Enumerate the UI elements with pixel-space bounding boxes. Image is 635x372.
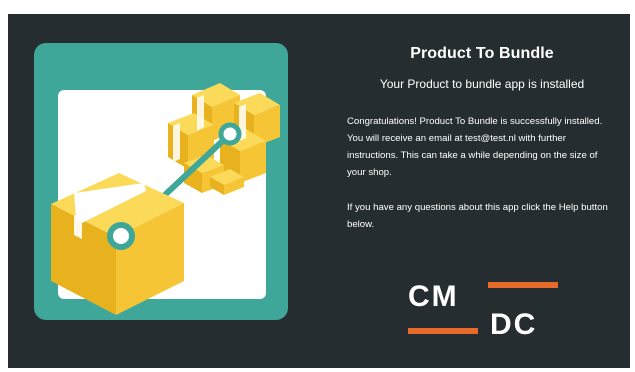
logo-text-cm: CM [408, 282, 459, 313]
product-to-bundle-illustration [34, 43, 288, 320]
install-status: Your Product to bundle app is installed [379, 77, 585, 91]
install-message: Product To Bundle Your Product to bundle… [347, 43, 617, 233]
logo-accent-bar-right [488, 282, 558, 288]
logo-accent-bar-left [408, 328, 478, 334]
page-title: Product To Bundle [410, 45, 554, 62]
boxes-bundle-icon [34, 43, 288, 320]
cmdc-logo-mark: CM DC [408, 280, 558, 341]
help-info-text: If you have any questions about this app… [347, 202, 608, 230]
logo-text-dc: DC [490, 308, 537, 338]
cmdc-logo: CM DC [404, 280, 561, 341]
congratulations-text: Congratulations! Product To Bundle is su… [347, 116, 603, 178]
